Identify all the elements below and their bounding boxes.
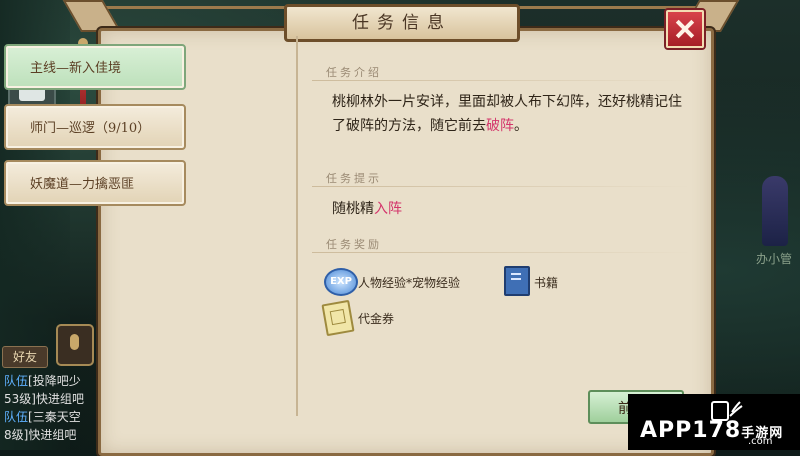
npc-figure[interactable] bbox=[762, 176, 788, 246]
chat-line: 队伍[三秦天空 bbox=[4, 410, 81, 424]
chat-line: 队伍[投降吧少 bbox=[4, 374, 81, 388]
exp-icon[interactable]: EXP bbox=[324, 268, 358, 296]
quest-hint: 随桃精入阵 bbox=[332, 201, 402, 217]
book-icon[interactable] bbox=[504, 266, 530, 296]
npc-name-label: 办小管 bbox=[755, 252, 792, 266]
voice-mic-button[interactable] bbox=[56, 324, 94, 366]
section-divider bbox=[312, 186, 692, 187]
tab-sect-patrol[interactable]: 师门—巡逻（9/10） bbox=[4, 104, 186, 150]
microphone-icon bbox=[70, 334, 79, 350]
section-divider bbox=[312, 80, 692, 81]
reward-label-book: 书籍 bbox=[534, 276, 559, 290]
watermark-domain: .com bbox=[748, 436, 773, 447]
tab-main-quest[interactable]: 主线—新入佳境 bbox=[4, 44, 186, 90]
section-title-rewards: 任务奖励 bbox=[326, 238, 382, 251]
section-divider bbox=[312, 252, 692, 253]
dialog-title: 任务信息 bbox=[352, 13, 452, 33]
quest-tab-list bbox=[104, 36, 298, 416]
dialog-title-plate: 任务信息 bbox=[284, 4, 520, 42]
reward-label-voucher: 代金券 bbox=[358, 312, 395, 326]
close-button[interactable] bbox=[666, 10, 704, 48]
chat-line: 8级]快进组吧 bbox=[4, 428, 77, 442]
section-title-intro: 任务介绍 bbox=[326, 66, 382, 79]
quest-description: 桃柳林外一片安详，里面却被人布下幻阵，还好桃精记住了破阵的方法，随它前去破阵。 bbox=[332, 94, 682, 134]
reward-label-exp: 人物经验*宠物经验 bbox=[358, 276, 461, 290]
highlight-keyword: 入阵 bbox=[374, 201, 402, 217]
friends-button[interactable]: 好友 bbox=[2, 346, 48, 368]
chat-line: 53级]快进组吧 bbox=[4, 392, 84, 406]
ticket-icon[interactable] bbox=[321, 299, 355, 337]
section-title-hint: 任务提示 bbox=[326, 172, 382, 185]
chat-log: 队伍[投降吧少 53级]快进组吧 队伍[三秦天空 8级]快进组吧 bbox=[4, 372, 94, 444]
tab-demon-path[interactable]: 妖魔道—力擒恶匪 bbox=[4, 160, 186, 206]
highlight-keyword: 破阵 bbox=[486, 118, 514, 134]
